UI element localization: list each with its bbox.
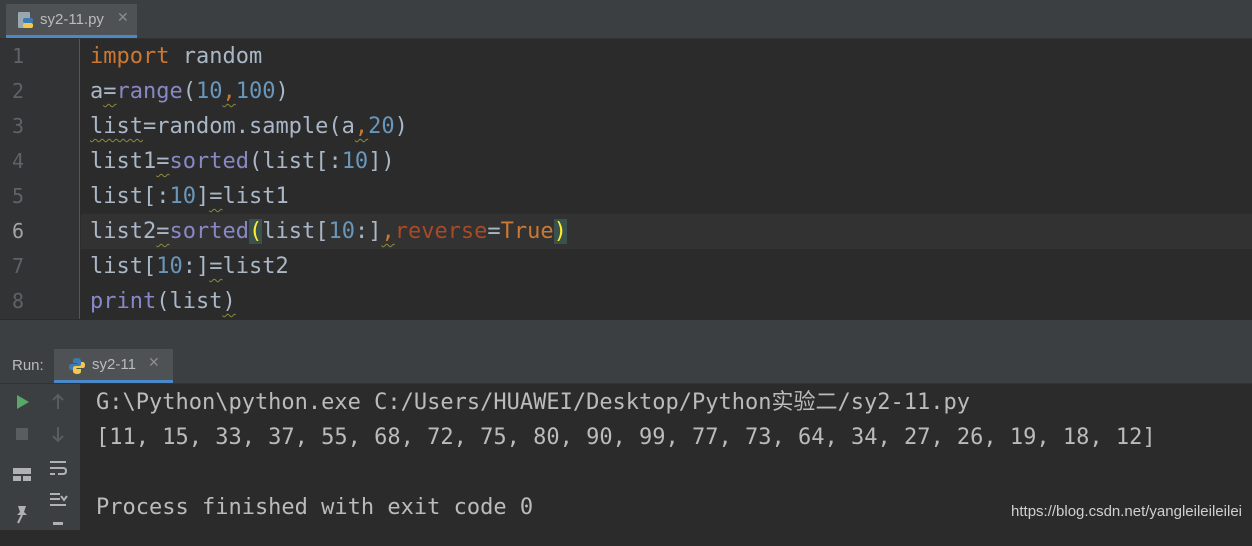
soft-wrap-icon[interactable] (46, 456, 70, 480)
python-icon (68, 357, 86, 379)
close-tab-icon[interactable]: ✕ (117, 10, 129, 26)
code-operator: = (487, 219, 501, 244)
scroll-to-end-icon[interactable] (46, 488, 70, 512)
matched-brace: ( (248, 219, 263, 244)
code-text: ) (275, 79, 289, 104)
code-text: ]) (368, 149, 395, 174)
line-number-current: 6 (12, 219, 25, 243)
code-editor[interactable]: 1 2 3 4 5 6 7 8 import random a=range(10… (0, 39, 1252, 319)
code-text: :] (354, 219, 382, 244)
code-operator: = (156, 219, 170, 244)
code-text: ( (182, 79, 196, 104)
line-number: 1 (12, 44, 25, 68)
code-line-6-current[interactable]: list2=sorted(list[10:],reverse=True) (81, 214, 1252, 249)
number-literal: 100 (235, 79, 276, 104)
code-line-4[interactable]: list1=sorted(list[:10]) (81, 144, 1252, 179)
line-number: 5 (12, 184, 25, 208)
code-comma: , (381, 219, 395, 244)
line-number: 3 (12, 114, 25, 138)
variable-name: list2 (90, 219, 157, 244)
number-literal: 10 (195, 79, 223, 104)
run-tab-label: sy2-11 (92, 356, 136, 373)
line-number: 8 (12, 289, 25, 313)
code-operator: = (142, 114, 157, 139)
code-text: a (90, 79, 104, 104)
code-text: list1 (222, 184, 289, 209)
code-operator: = (209, 184, 223, 209)
code-text: list[ (90, 254, 157, 279)
keyword-argument: reverse (394, 219, 488, 244)
panel-splitter[interactable] (0, 319, 1252, 350)
console-result-line: [11, 15, 33, 37, 55, 68, 72, 75, 80, 90,… (96, 425, 1156, 450)
code-text: (list[: (248, 149, 342, 174)
close-run-tab-icon[interactable]: ✕ (148, 355, 160, 371)
code-text: ( (156, 289, 170, 314)
code-text: :] (182, 254, 210, 279)
code-text: list[: (90, 184, 170, 209)
code-line-2[interactable]: a=range(10,100) (81, 74, 1252, 109)
code-line-5[interactable]: list[:10]=list1 (81, 179, 1252, 214)
console-command-line: G:\Python\python.exe C:/Users/HUAWEI/Des… (96, 390, 970, 415)
code-text: ) (222, 289, 236, 314)
number-literal: 10 (156, 254, 183, 279)
code-text: list[ (262, 219, 329, 244)
run-toolbar (0, 384, 80, 530)
code-line-8[interactable]: print(list) (81, 284, 1252, 319)
editor-tab-bar: sy2-11.py ✕ (0, 0, 1252, 39)
code-operator: = (156, 149, 170, 174)
code-comma: , (222, 79, 236, 104)
up-arrow-icon[interactable] (46, 390, 70, 414)
python-file-icon (18, 12, 34, 34)
line-number: 2 (12, 79, 25, 103)
matched-brace: ) (553, 219, 567, 244)
number-literal: 20 (368, 114, 395, 139)
code-line-7[interactable]: list[10:]=list2 (81, 249, 1252, 284)
run-icon[interactable] (10, 390, 34, 414)
builtin-function: range (116, 79, 183, 104)
keyword-import: import (90, 44, 170, 69)
builtin-function: print (90, 289, 157, 314)
code-text: random (169, 44, 263, 69)
code-line-1[interactable]: import random (81, 39, 1252, 74)
number-literal: 10 (169, 184, 196, 209)
variable-name: list (169, 289, 223, 314)
code-operator: = (103, 79, 117, 104)
stop-icon[interactable] (10, 422, 34, 446)
code-text: ] (195, 184, 210, 209)
variable-name: list1 (90, 149, 157, 174)
keyword-true: True (500, 219, 554, 244)
number-literal: 10 (328, 219, 355, 244)
builtin-function: sorted (169, 219, 249, 244)
number-literal: 10 (341, 149, 369, 174)
tab-filename: sy2-11.py (40, 11, 104, 28)
run-tab-sy2-11[interactable]: sy2-11 ✕ (54, 349, 173, 383)
trash-icon[interactable] (46, 518, 70, 542)
code-text: random.sample(a (156, 114, 355, 139)
code-operator: = (209, 254, 223, 279)
watermark-url: https://blog.csdn.net/yangleileileilei (1011, 503, 1242, 520)
code-text: ) (394, 114, 408, 139)
console-exit-line: Process finished with exit code 0 (96, 495, 534, 520)
line-number-gutter: 1 2 3 4 5 6 7 8 (0, 39, 80, 319)
code-line-3[interactable]: list=random.sample(a,20) (81, 109, 1252, 144)
line-number: 4 (12, 149, 25, 173)
variable-name: list (90, 114, 143, 139)
code-text: list2 (222, 254, 289, 279)
line-number: 7 (12, 254, 25, 278)
builtin-function: sorted (169, 149, 249, 174)
layout-icon[interactable] (10, 462, 34, 486)
code-comma: , (354, 114, 369, 139)
run-panel-label: Run: (12, 357, 44, 374)
pin-icon[interactable] (10, 502, 34, 526)
down-arrow-icon[interactable] (46, 422, 70, 446)
editor-tab-sy2-11[interactable]: sy2-11.py ✕ (6, 4, 137, 38)
run-panel-header: Run: sy2-11 ✕ (0, 349, 1252, 384)
